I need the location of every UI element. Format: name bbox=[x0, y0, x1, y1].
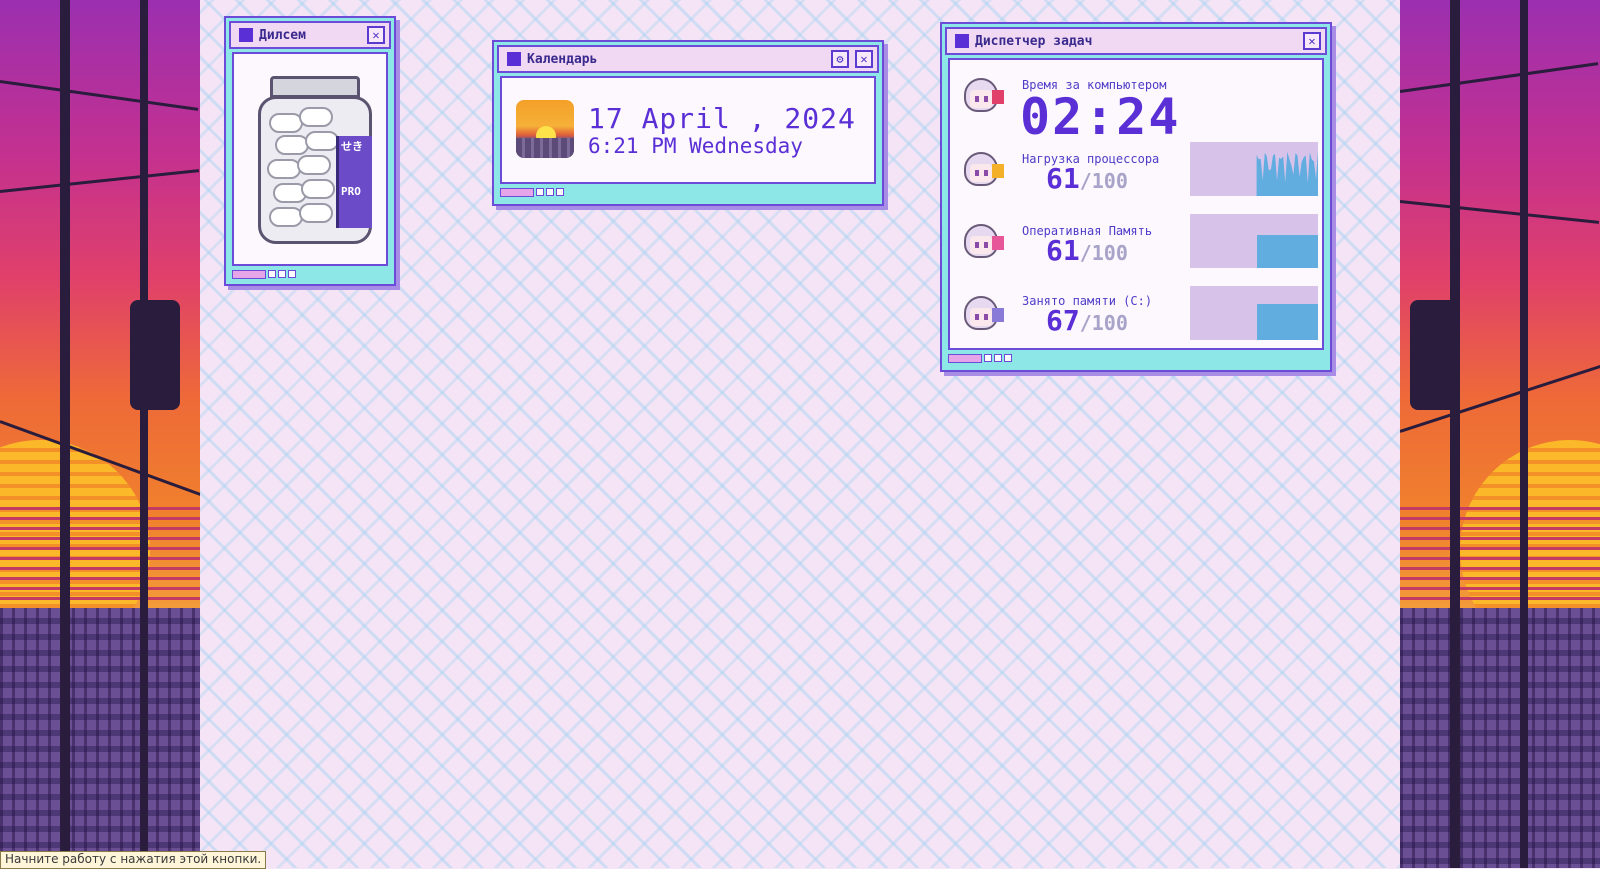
cpu-graph-area bbox=[1256, 150, 1318, 196]
avatar-icon bbox=[960, 76, 1004, 120]
pill bbox=[301, 179, 335, 199]
close-icon: ✕ bbox=[372, 28, 380, 42]
close-icon: ✕ bbox=[1308, 34, 1316, 48]
power-wire bbox=[0, 80, 199, 111]
ram-graph-fill bbox=[1256, 235, 1318, 268]
transformer bbox=[1410, 300, 1460, 410]
close-button[interactable]: ✕ bbox=[367, 26, 385, 44]
close-button[interactable]: ✕ bbox=[1303, 32, 1321, 50]
ram-value-block: 61/100 bbox=[1046, 234, 1128, 267]
sunset-city-icon bbox=[516, 100, 574, 158]
apartment-building bbox=[0, 608, 200, 868]
pill bbox=[299, 107, 333, 127]
cpu-graph bbox=[1190, 142, 1318, 196]
apartment-building bbox=[1400, 608, 1600, 868]
ram-graph bbox=[1190, 214, 1318, 268]
power-wire bbox=[1400, 62, 1599, 93]
phone-icon bbox=[992, 90, 1004, 104]
start-hint-tooltip[interactable]: Начните работу с нажатия этой кнопки. bbox=[0, 851, 267, 869]
calendar-content: 17 April , 2024 6:21 PM Wednesday bbox=[500, 76, 876, 184]
footer-dots bbox=[268, 270, 296, 278]
pill bbox=[269, 207, 303, 227]
pill bbox=[275, 135, 309, 155]
city-skyline bbox=[516, 138, 574, 158]
screen-time-row: Время за компьютером 02:24 bbox=[950, 68, 1322, 146]
calendar-window[interactable]: Календарь ⚙ ✕ 17 April , 2024 6:21 PM We… bbox=[492, 40, 884, 206]
disk-row: Занято памяти (C:) 67/100 bbox=[950, 286, 1322, 356]
pill bbox=[267, 159, 301, 179]
window-footer bbox=[494, 184, 882, 200]
jar-label: せき PRO bbox=[336, 136, 372, 228]
utility-pole bbox=[1450, 0, 1460, 868]
close-icon: ✕ bbox=[860, 52, 868, 66]
window-icon bbox=[239, 28, 253, 42]
footer-bar bbox=[232, 270, 266, 279]
cpu-value-block: 61/100 bbox=[1046, 162, 1128, 195]
pill bbox=[299, 203, 333, 223]
pill bbox=[305, 131, 339, 151]
window-footer bbox=[226, 266, 394, 282]
ram-row: Оперативная Память 61/100 bbox=[950, 214, 1322, 284]
calendar-time: 6:21 PM Wednesday bbox=[588, 134, 803, 158]
sound-waves-icon bbox=[992, 308, 1004, 322]
power-wire bbox=[1400, 200, 1600, 224]
jar-lid bbox=[270, 76, 360, 98]
footer-bar bbox=[500, 188, 534, 197]
utility-pole bbox=[1520, 0, 1528, 868]
jar-label-bottom: PRO bbox=[341, 185, 361, 198]
pills-window[interactable]: Дилсем ✕ せき PRO bbox=[224, 16, 396, 286]
pills-titlebar[interactable]: Дилсем ✕ bbox=[229, 21, 391, 49]
disk-max: /100 bbox=[1079, 311, 1128, 335]
window-icon bbox=[507, 52, 521, 66]
task-manager-window[interactable]: Диспетчер задач ✕ Время за компьютером 0… bbox=[940, 22, 1332, 372]
pill bbox=[269, 113, 303, 133]
close-button[interactable]: ✕ bbox=[855, 50, 873, 68]
disk-graph bbox=[1190, 286, 1318, 340]
sunset-stripes bbox=[0, 500, 200, 600]
window-title: Дилсем bbox=[259, 27, 306, 43]
right-wallpaper-scenery bbox=[1400, 0, 1600, 868]
screen-time-value: 02:24 bbox=[1020, 88, 1181, 146]
ram-value: 61 bbox=[1046, 234, 1080, 267]
avatar-icon bbox=[960, 150, 1004, 194]
sunset-stripes bbox=[1400, 500, 1600, 600]
pills-content: せき PRO bbox=[232, 52, 388, 266]
gear-icon: ⚙ bbox=[836, 52, 844, 66]
power-wire bbox=[0, 169, 200, 193]
left-wallpaper-scenery bbox=[0, 0, 200, 868]
disk-value-block: 67/100 bbox=[1046, 304, 1128, 337]
task-manager-titlebar[interactable]: Диспетчер задач ✕ bbox=[945, 27, 1327, 55]
footer-bar bbox=[948, 354, 982, 363]
settings-button[interactable]: ⚙ bbox=[831, 50, 849, 68]
utility-pole bbox=[140, 0, 148, 868]
cpu-value: 61 bbox=[1046, 162, 1080, 195]
avatar-icon bbox=[960, 294, 1004, 338]
ram-max: /100 bbox=[1079, 241, 1128, 265]
calendar-titlebar[interactable]: Календарь ⚙ ✕ bbox=[497, 45, 879, 73]
avatar-icon bbox=[960, 222, 1004, 266]
cpu-max: /100 bbox=[1079, 169, 1128, 193]
cpu-graph-svg bbox=[1256, 150, 1318, 196]
window-title: Диспетчер задач bbox=[975, 33, 1093, 49]
lightning-icon bbox=[992, 164, 1004, 178]
footer-dots bbox=[984, 354, 1012, 362]
task-manager-content: Время за компьютером 02:24 Нагрузка проц… bbox=[948, 58, 1324, 350]
jar-label-top: せき bbox=[341, 140, 363, 153]
heart-icon bbox=[992, 236, 1004, 250]
calendar-date: 17 April , 2024 bbox=[588, 102, 856, 135]
pill-jar-image: せき PRO bbox=[258, 76, 372, 244]
footer-dots bbox=[536, 188, 564, 196]
utility-pole bbox=[60, 0, 70, 868]
cpu-row: Нагрузка процессора 61/100 bbox=[950, 142, 1322, 212]
window-title: Календарь bbox=[527, 51, 598, 67]
window-icon bbox=[955, 34, 969, 48]
disk-value: 67 bbox=[1046, 304, 1080, 337]
pill bbox=[297, 155, 331, 175]
transformer bbox=[130, 300, 180, 410]
window-footer bbox=[942, 350, 1330, 366]
disk-graph-fill bbox=[1256, 303, 1318, 340]
